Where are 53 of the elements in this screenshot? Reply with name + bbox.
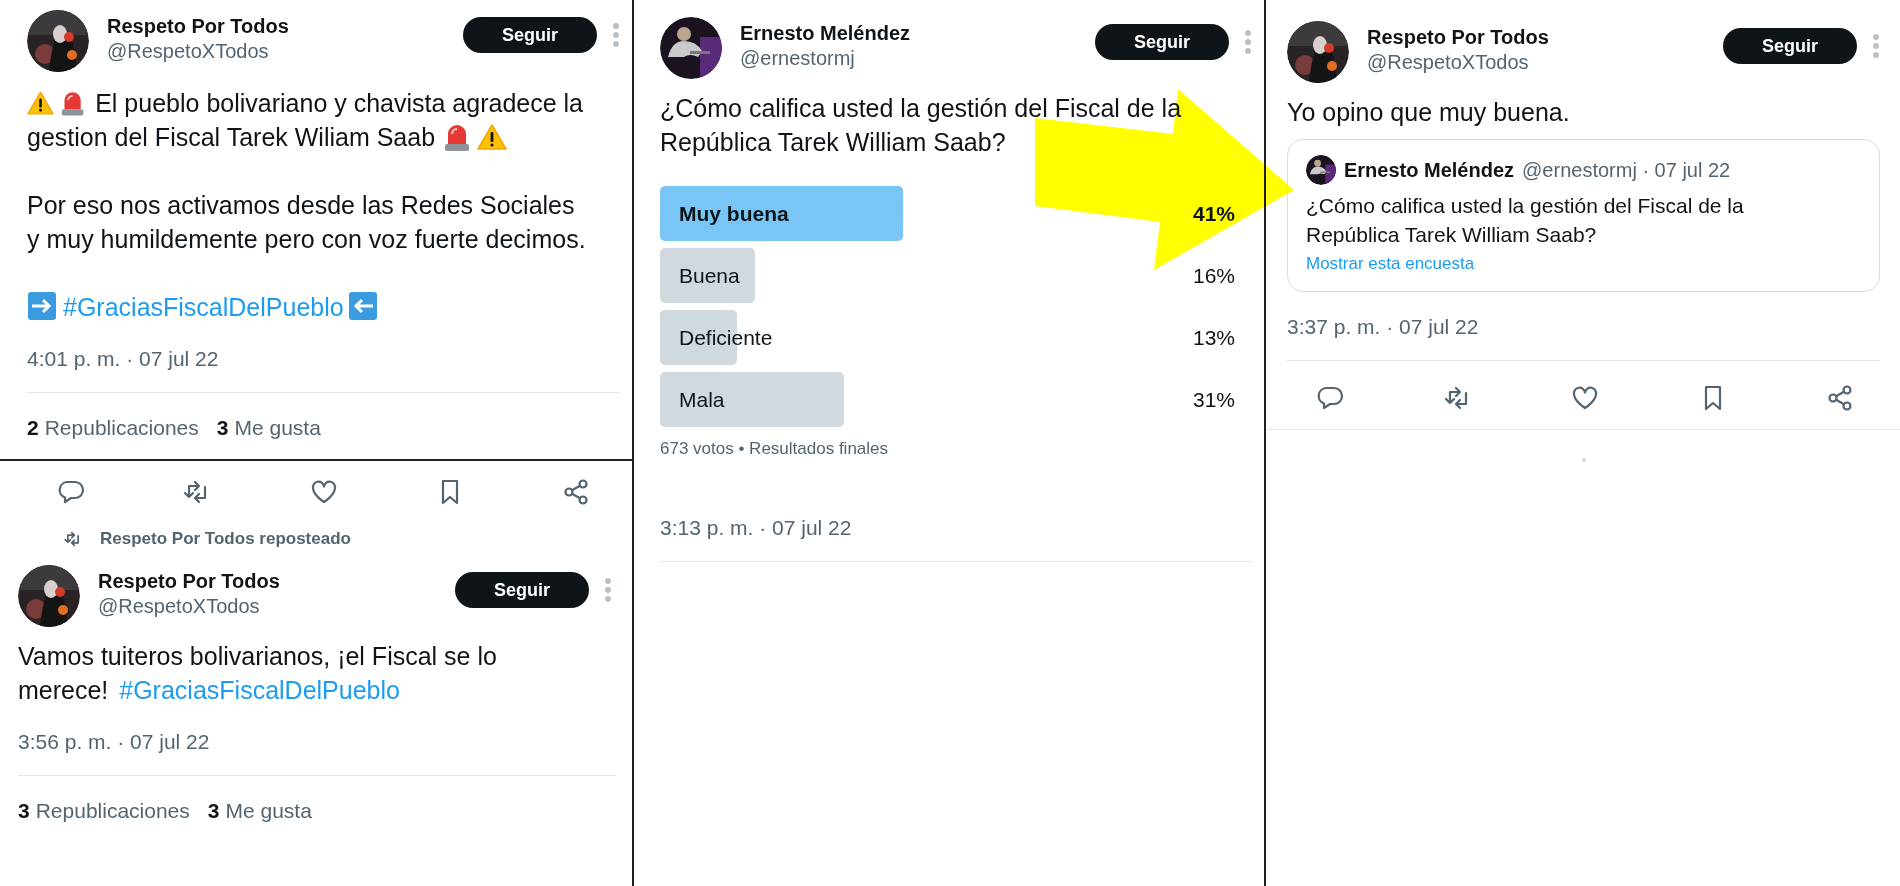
stat-label: Me gusta: [225, 798, 312, 824]
repost-label: Respeto Por Todos reposteado: [100, 528, 351, 550]
timestamp: 3:56 p. m. · 07 jul 22: [18, 729, 211, 755]
quoted-tweet-card[interactable]: Ernesto Meléndez @ernestormj · 07 jul 22 ¿Cómo califica usted la gestión del Fiscal de la República Tarek William Saab? Mostrar esta encuesta: [1287, 139, 1880, 292]
author-handle: @ernestormj: [740, 46, 855, 71]
quoted-text: ¿Cómo califica usted la gestión del Fiscal de la República Tarek William Saab?: [1306, 193, 1745, 248]
follow-button[interactable]: Seguir: [1723, 28, 1857, 64]
author-name: Respeto Por Todos: [107, 14, 289, 38]
stat-count: 3: [207, 798, 220, 824]
author-name: Ernesto Meléndez: [1344, 158, 1515, 182]
tweet-text: gestion del Fiscal Tarek Wiliam Saab: [27, 122, 436, 153]
author-name: Respeto Por Todos: [1367, 25, 1549, 49]
stat-label: Me gusta: [234, 415, 321, 441]
author-handle: @ernestormj · 07 jul 22: [1522, 158, 1731, 182]
poll-option: Muy buena: [660, 201, 789, 226]
timestamp: 3:37 p. m. · 07 jul 22: [1287, 314, 1480, 340]
share-icon[interactable]: [1826, 384, 1854, 412]
poll-percent: 41%: [1192, 201, 1236, 226]
follow-button[interactable]: Seguir: [455, 572, 589, 608]
warning-icon: [477, 123, 508, 151]
reply-icon[interactable]: [57, 478, 85, 506]
loading-dot: [1581, 458, 1586, 462]
stat-count: 3: [18, 798, 30, 824]
poll-summary: 673 votos • Resultados finales: [660, 438, 890, 460]
heart-icon[interactable]: [1571, 384, 1599, 412]
tweet-text: Vamos tuiteros bolivarianos, ¡el Fiscal se lo merece! #GraciasFiscalDelPueblo: [18, 641, 498, 706]
timestamp: 4:01 p. m. · 07 jul 22: [27, 346, 220, 372]
author-handle: @RespetoXTodos: [98, 594, 260, 619]
poll-percent: 16%: [1192, 263, 1236, 288]
warning-icon: [27, 89, 54, 117]
author-handle: @RespetoXTodos: [107, 39, 269, 64]
timestamp: 3:13 p. m. · 07 jul 22: [660, 515, 853, 541]
follow-button[interactable]: Seguir: [1095, 24, 1229, 60]
reply-icon[interactable]: [1316, 384, 1344, 412]
poll-percent: 13%: [1192, 325, 1236, 350]
author-name: Ernesto Meléndez: [740, 21, 911, 45]
tweet-text: El pueblo bolivariano y chavista agradece la: [95, 88, 583, 119]
stat-count: 3: [216, 415, 229, 441]
stat-label: Republicaciones: [44, 415, 199, 441]
poll-option: Deficiente: [660, 325, 773, 350]
poll-option: Buena: [660, 263, 740, 288]
stat-label: Republicaciones: [35, 798, 190, 824]
stat-count: 2: [27, 415, 39, 441]
heart-icon[interactable]: [309, 478, 338, 506]
poll-option: Mala: [660, 387, 725, 412]
share-icon[interactable]: [562, 478, 590, 506]
tweet-text: Por eso nos activamos desde las Redes Sociales y muy humildemente pero con voz fuerte decimos.: [27, 190, 587, 255]
tweet-text: Yo opino que muy buena.: [1287, 97, 1571, 128]
siren-icon: [443, 122, 472, 152]
poll-percent: 31%: [1192, 387, 1236, 412]
author-handle: @RespetoXTodos: [1367, 50, 1529, 75]
author-name: Respeto Por Todos: [98, 569, 280, 593]
follow-button[interactable]: Seguir: [463, 17, 597, 53]
